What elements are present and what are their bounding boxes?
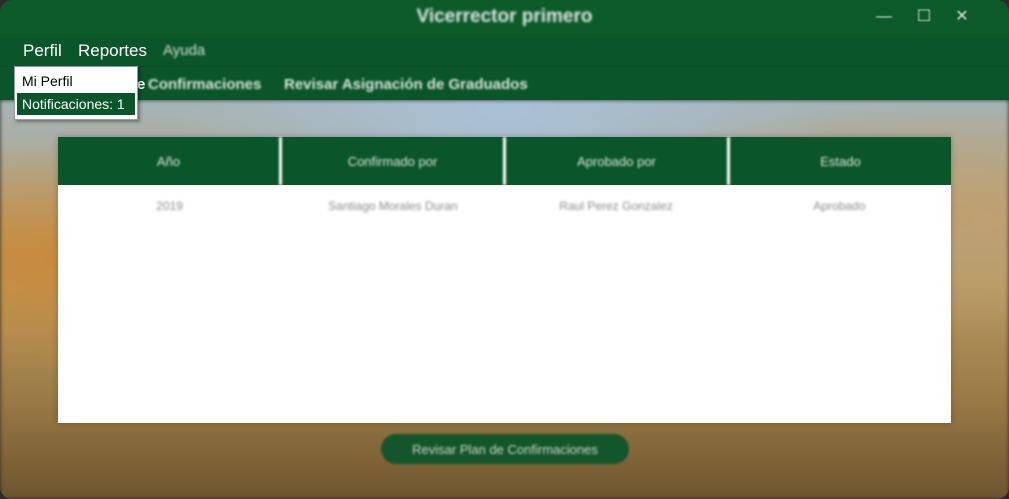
window-title: Vicerrector primero [416, 6, 593, 27]
data-table: Año Confirmado por Aprobado por Estado 2… [58, 137, 951, 423]
tab-revisar-asignacion[interactable]: Revisar Asignación de Graduados [284, 76, 528, 93]
minimize-icon[interactable]: — [874, 7, 894, 27]
close-icon[interactable]: ✕ [952, 7, 972, 27]
column-header-estado[interactable]: Estado [730, 137, 951, 185]
tab-partial-label: e [137, 76, 146, 93]
menu-ayuda[interactable]: Ayuda [163, 42, 205, 59]
cell-aprobado-por: Raul Perez Gonzalez [559, 199, 673, 213]
column-header-aprobado-por[interactable]: Aprobado por [506, 137, 730, 185]
cell-ano: 2019 [156, 199, 183, 213]
menu-reportes[interactable]: Reportes [78, 41, 147, 61]
title-bar: Vicerrector primero — ☐ ✕ [0, 0, 1009, 34]
menu-item-notificaciones[interactable]: Notificaciones: 1 [17, 93, 135, 115]
cell-estado: Aprobado [813, 199, 866, 213]
table-header: Año Confirmado por Aprobado por Estado [58, 137, 951, 185]
table-row[interactable]: 2019 Santiago Morales Duran Raul Perez G… [58, 199, 951, 223]
maximize-icon[interactable]: ☐ [914, 7, 934, 27]
cell-confirmado-por: Santiago Morales Duran [328, 199, 458, 213]
revisar-plan-button[interactable]: Revisar Plan de Confirmaciones [381, 434, 629, 464]
app-window: Vicerrector primero — ☐ ✕ Perfil Reporte… [0, 0, 1009, 499]
menu-item-mi-perfil[interactable]: Mi Perfil [17, 70, 135, 92]
tab-bar: e Confirmaciones Revisar Asignación de G… [0, 67, 1009, 100]
menu-perfil[interactable]: Perfil [23, 41, 62, 61]
perfil-dropdown: Mi Perfil Notificaciones: 1 [14, 66, 138, 120]
menu-bar: Perfil Reportes Ayuda [0, 34, 1009, 67]
column-header-confirmado-por[interactable]: Confirmado por [282, 137, 506, 185]
tab-confirmaciones[interactable]: Confirmaciones [148, 76, 261, 93]
column-header-ano[interactable]: Año [58, 137, 282, 185]
